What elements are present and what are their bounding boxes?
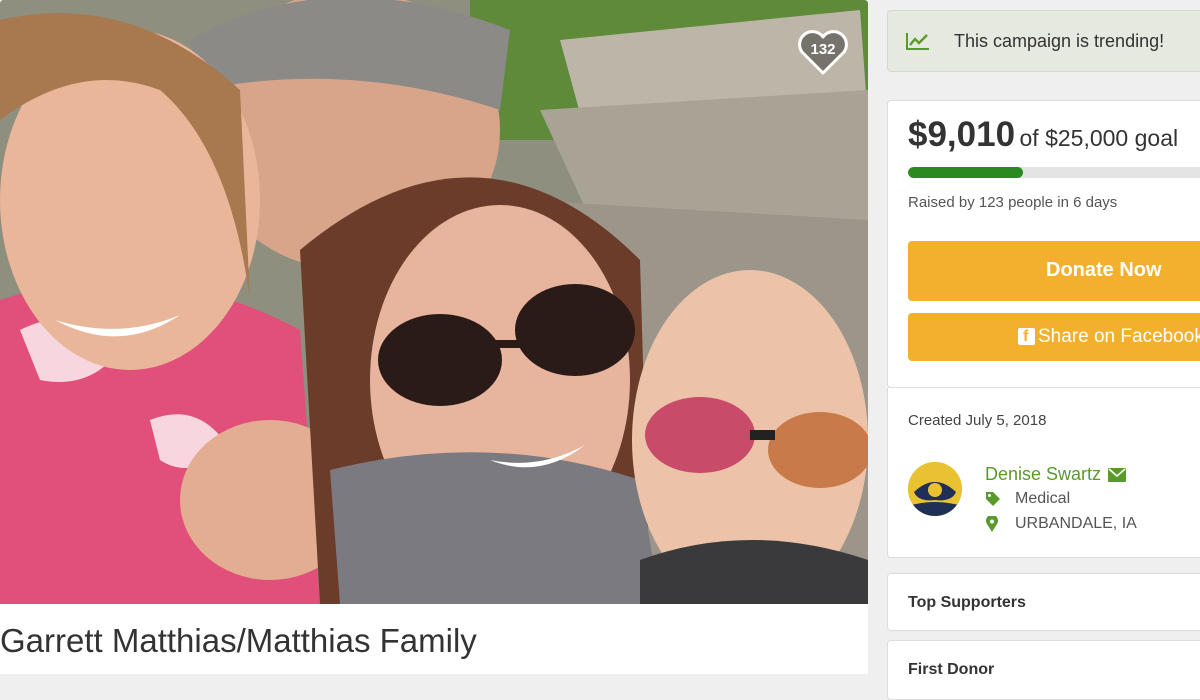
campaign-category[interactable]: Medical — [1015, 490, 1070, 508]
campaign-location: URBANDALE, IA — [1015, 515, 1137, 532]
location-pin-icon — [986, 516, 998, 532]
top-supporters-card: Top Supporters — [887, 573, 1200, 631]
raised-summary: $9,010 of $25,000 goal — [908, 115, 1178, 155]
donate-button[interactable]: Donate Now — [908, 241, 1200, 301]
avatar-image — [908, 462, 962, 516]
first-donor-heading: First Donor — [908, 661, 995, 678]
organizer-name-link[interactable]: Denise Swartz — [985, 464, 1101, 485]
campaign-title: Garrett Matthias/Matthias Family — [0, 622, 477, 659]
donation-card: $9,010 of $25,000 goal Raised by 123 peo… — [887, 100, 1200, 388]
facebook-icon: f — [1018, 328, 1035, 345]
avatar[interactable] — [908, 462, 962, 516]
progress-bar — [908, 167, 1200, 178]
family-photo-illustration — [0, 0, 868, 604]
top-supporters-heading: Top Supporters — [908, 594, 1026, 611]
share-facebook-button[interactable]: f Share on Facebook — [908, 313, 1200, 361]
donate-button-label: Donate Now — [1046, 259, 1162, 281]
goal-text: of $25,000 goal — [1019, 125, 1179, 151]
trending-chart-icon — [906, 33, 929, 50]
created-date: Created July 5, 2018 — [908, 412, 1047, 429]
raised-by-text: Raised by 123 people in 6 days — [908, 194, 1118, 211]
raised-amount: $9,010 — [908, 115, 1016, 154]
mail-icon[interactable] — [1108, 468, 1126, 482]
creator-card: Created July 5, 2018 Denise Swartz Medic… — [887, 388, 1200, 558]
share-button-label: Share on Facebook — [1038, 326, 1200, 347]
campaign-photo: 132 — [0, 0, 868, 604]
trending-notice: This campaign is trending! — [887, 10, 1200, 72]
progress-bar-fill — [908, 167, 1024, 178]
favorite-heart-button[interactable]: 132 — [796, 26, 850, 78]
heart-count: 132 — [810, 41, 836, 58]
first-donor-card: First Donor — [887, 640, 1200, 700]
tag-icon — [986, 492, 1000, 506]
trending-text: This campaign is trending! — [954, 31, 1165, 51]
